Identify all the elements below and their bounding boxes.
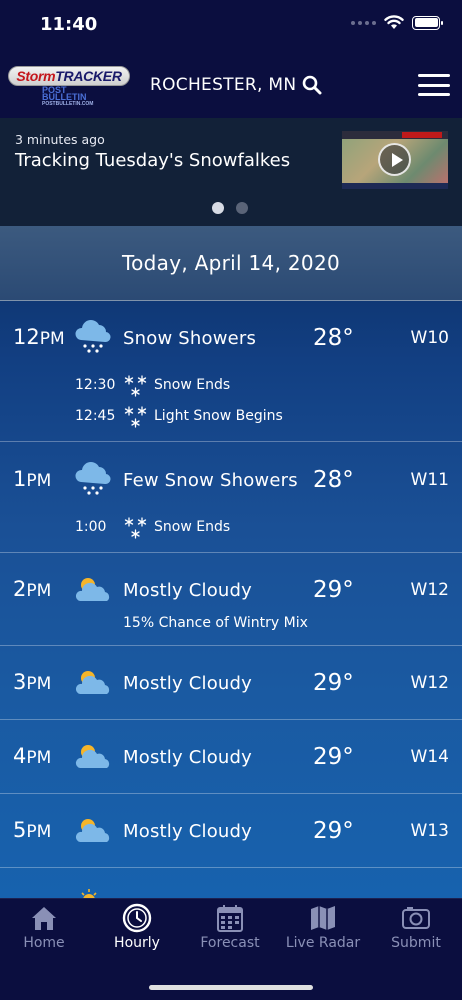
snow-cloud-icon [75, 462, 111, 495]
hour-time: 2PM [13, 577, 52, 601]
detail-text: Snow Ends [154, 377, 231, 393]
hour-row-partial[interactable] [0, 868, 462, 898]
hour-row[interactable]: 5PM Mostly Cloudy 29° W13 [0, 794, 462, 868]
pager-dot-active[interactable] [212, 202, 224, 214]
detail-time: 1:00 [75, 519, 107, 535]
condition-label: Few Snow Showers [123, 470, 298, 491]
hour-row[interactable]: 4PM Mostly Cloudy 29° W14 [0, 720, 462, 794]
detail-row: 12:45 Light Snow Begins [0, 405, 462, 431]
condition-label: Mostly Cloudy [123, 673, 253, 694]
stormtracker-logo[interactable]: Storm TRACKER POST BULLETIN POSTBULLETIN.… [8, 66, 130, 106]
sun-icon [81, 889, 97, 898]
partly-cloudy-icon [75, 671, 110, 694]
hour-row[interactable]: 1PM Few Snow Showers 28° W11 1:00 Snow E… [0, 442, 462, 553]
battery-icon [412, 15, 443, 30]
snowflakes-icon [124, 517, 147, 539]
wind: W13 [410, 821, 449, 841]
home-icon [32, 907, 56, 930]
wind: W12 [410, 580, 449, 600]
temperature: 28° [313, 325, 354, 351]
partly-cloudy-icon [75, 745, 110, 768]
clock-icon [122, 903, 152, 933]
logo-subtitle: POST BULLETIN POSTBULLETIN.COM [42, 85, 94, 107]
hour-time: 12PM [13, 325, 65, 349]
status-time: 11:40 [40, 14, 98, 35]
temperature: 29° [313, 744, 354, 770]
hour-time: 1PM [13, 467, 52, 491]
tab-home[interactable]: Home [0, 899, 90, 969]
news-carousel[interactable]: 3 minutes ago Tracking Tuesday's Snowfal… [0, 118, 462, 226]
detail-text: Snow Ends [154, 519, 231, 535]
news-video-thumbnail[interactable] [342, 131, 448, 189]
play-icon[interactable] [378, 143, 411, 176]
wind: W14 [410, 747, 449, 767]
temperature: 28° [313, 467, 354, 493]
tab-live-radar[interactable]: Live Radar [277, 899, 369, 969]
condition-label: Mostly Cloudy [123, 580, 253, 601]
camera-icon [402, 907, 430, 929]
detail-time: 12:30 [75, 377, 116, 393]
tab-hourly[interactable]: Hourly [91, 899, 183, 969]
hour-time: 3PM [13, 670, 52, 694]
map-icon [311, 906, 335, 930]
wifi-icon [384, 15, 404, 29]
date-header: Today, April 14, 2020 [0, 226, 462, 301]
location-label: ROCHESTER, MN [150, 75, 297, 95]
cell-signal-icon [351, 20, 376, 25]
app-header: Storm TRACKER POST BULLETIN POSTBULLETIN.… [0, 52, 462, 118]
logo-wordmark: Storm TRACKER [8, 66, 130, 86]
pager-dot[interactable] [236, 202, 248, 214]
snowflakes-icon [124, 375, 147, 397]
snow-cloud-icon [75, 320, 111, 353]
home-indicator[interactable] [149, 985, 313, 990]
hour-row[interactable]: 3PM Mostly Cloudy 29° W12 [0, 646, 462, 720]
hour-time: 4PM [13, 744, 52, 768]
hour-row[interactable]: 12PM Snow Showers 28° W10 12:30 Snow End… [0, 301, 462, 442]
condition-label: Snow Showers [123, 328, 257, 349]
hour-row[interactable]: 2PM Mostly Cloudy 29° W12 15% Chance of … [0, 553, 462, 646]
temperature: 29° [313, 670, 354, 696]
temperature: 29° [313, 577, 354, 603]
wind: W11 [410, 470, 449, 490]
carousel-pager[interactable] [212, 202, 248, 214]
detail-row: 12:30 Snow Ends [0, 374, 462, 400]
detail-row: 1:00 Snow Ends [0, 516, 462, 542]
hamburger-menu-icon[interactable] [418, 74, 450, 96]
partly-cloudy-icon [75, 578, 110, 601]
precip-chance: 15% Chance of Wintry Mix [123, 615, 308, 631]
tab-submit[interactable]: Submit [370, 899, 462, 969]
date-title: Today, April 14, 2020 [122, 251, 340, 275]
snowflakes-icon [124, 406, 147, 428]
detail-text: Light Snow Begins [154, 408, 283, 424]
news-headline[interactable]: Tracking Tuesday's Snowfalkes [15, 150, 290, 171]
location-selector[interactable]: ROCHESTER, MN [150, 75, 322, 95]
temperature: 29° [313, 818, 354, 844]
search-icon[interactable] [302, 75, 322, 95]
hourly-forecast-list[interactable]: Today, April 14, 2020 12PM Snow Showers … [0, 226, 462, 898]
condition-label: Mostly Cloudy [123, 747, 253, 768]
hour-time: 5PM [13, 818, 52, 842]
status-icons [351, 15, 443, 30]
wind: W12 [410, 673, 449, 693]
condition-label: Mostly Cloudy [123, 821, 253, 842]
detail-time: 12:45 [75, 408, 116, 424]
calendar-icon [217, 905, 243, 932]
wind: W10 [410, 328, 449, 348]
news-timestamp: 3 minutes ago [15, 132, 105, 147]
status-bar: 11:40 [0, 0, 462, 52]
partly-cloudy-icon [75, 819, 110, 842]
tab-forecast[interactable]: Forecast [184, 899, 276, 969]
